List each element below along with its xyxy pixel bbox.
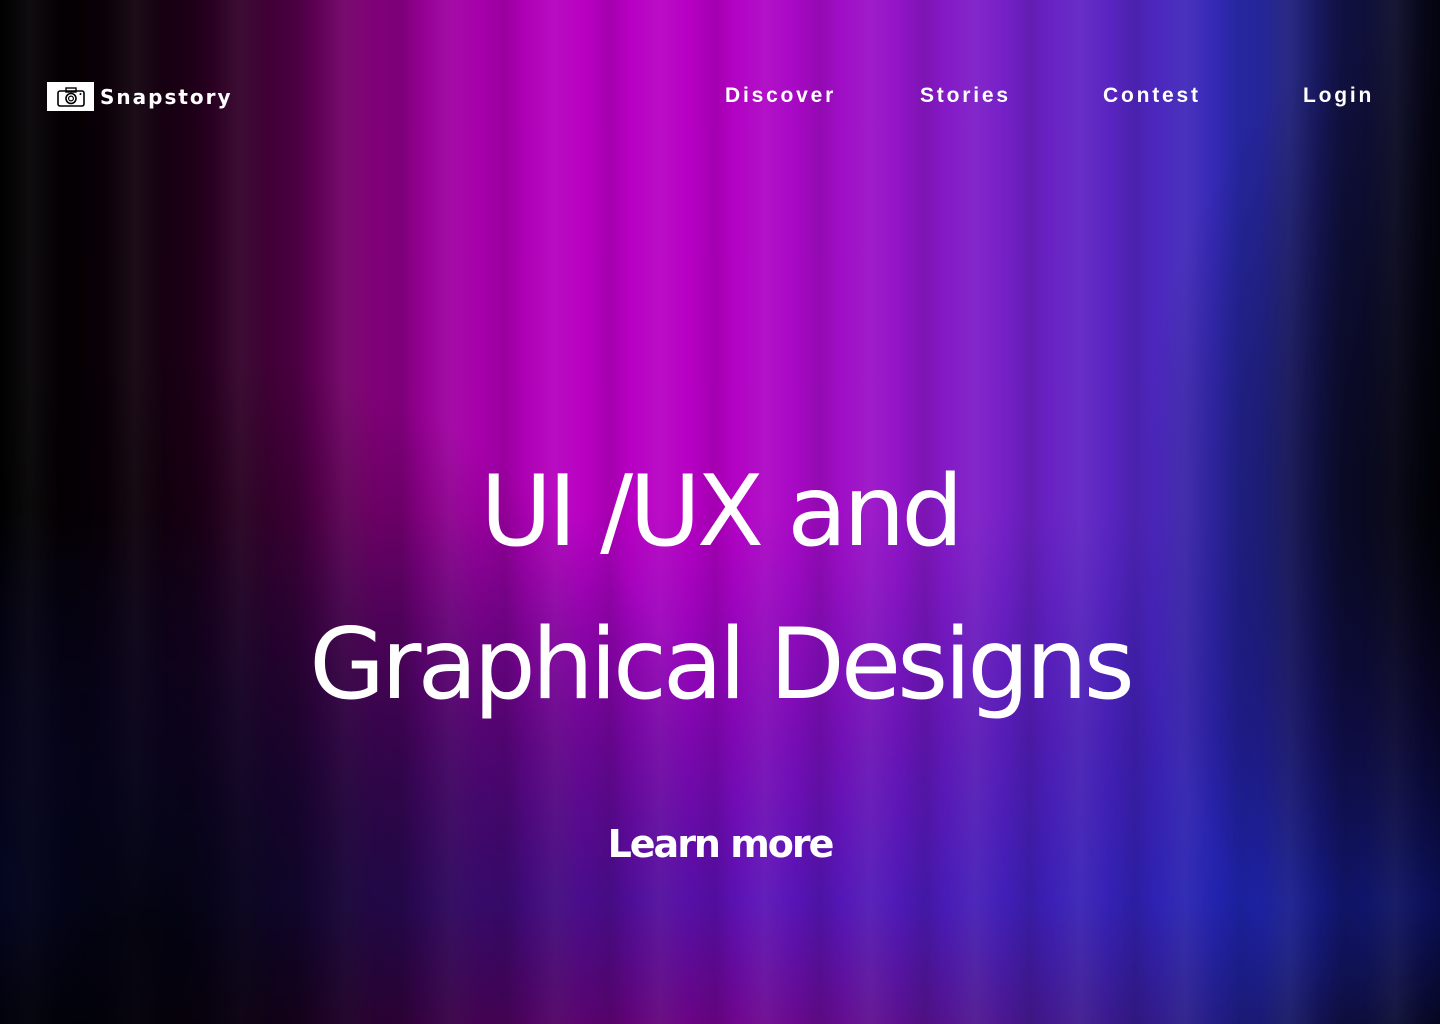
nav-discover[interactable]: Discover: [725, 84, 836, 108]
hero-title-line-2: Graphical Designs: [309, 608, 1135, 722]
camera-icon: [47, 82, 94, 111]
nav-login[interactable]: Login: [1303, 84, 1374, 108]
brand-name: Snapstory: [100, 84, 233, 109]
nav-contest[interactable]: Contest: [1103, 84, 1201, 108]
nav-stories[interactable]: Stories: [920, 84, 1011, 108]
navbar: Snapstory Discover Stories Contest Login: [0, 0, 1440, 190]
hero-title-line-1: UI /UX and: [480, 455, 963, 569]
learn-more-button[interactable]: Learn more: [0, 822, 1440, 866]
brand-logo[interactable]: Snapstory: [47, 82, 233, 111]
